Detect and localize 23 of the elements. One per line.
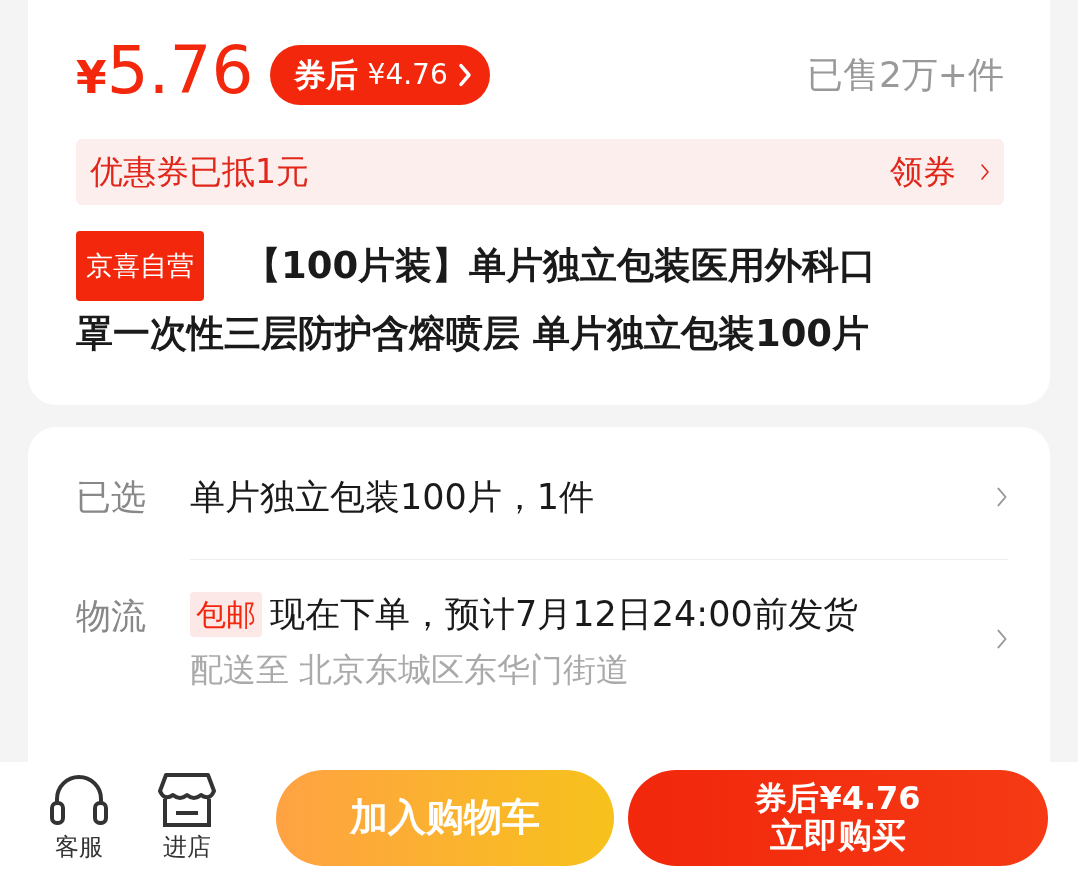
customer-service-button[interactable]: 客服	[32, 770, 126, 865]
chevron-right-icon	[996, 485, 1008, 508]
get-coupon-link[interactable]: 领券	[890, 147, 990, 197]
chevron-right-icon	[980, 162, 990, 181]
free-shipping-badge: 包邮	[190, 591, 262, 637]
sold-count: 已售2万+件	[806, 52, 1004, 97]
price-text: 5.76	[106, 38, 254, 104]
store-tag: 京喜自营	[76, 230, 204, 301]
row-label: 已选	[76, 475, 147, 519]
selected-option: 单片独立包装100片，1件	[190, 476, 595, 517]
store-button[interactable]: 进店	[140, 770, 234, 865]
currency-symbol: ¥	[76, 51, 107, 105]
product-title-line: 【100片装】单片独立包装医用外科口	[244, 242, 877, 289]
store-icon	[156, 770, 218, 829]
buy-now-button[interactable]: 券后¥4.76 立即购买	[628, 769, 1048, 866]
chevron-right-icon	[996, 628, 1008, 650]
coupon-text: 优惠券已抵1元	[90, 151, 309, 193]
product-title-line: 罩一次性三层防护含熔喷层 单片独立包装100片	[76, 311, 870, 355]
delivery-address: 配送至 北京东城区东华门街道	[190, 648, 631, 691]
row-label: 物流	[76, 595, 147, 638]
shipping-estimate: 现在下单，预计7月12日24:00前发货	[270, 593, 858, 636]
coupon-price-button[interactable]: 券后 ¥4.76	[269, 44, 490, 105]
chevron-right-icon	[457, 62, 472, 87]
